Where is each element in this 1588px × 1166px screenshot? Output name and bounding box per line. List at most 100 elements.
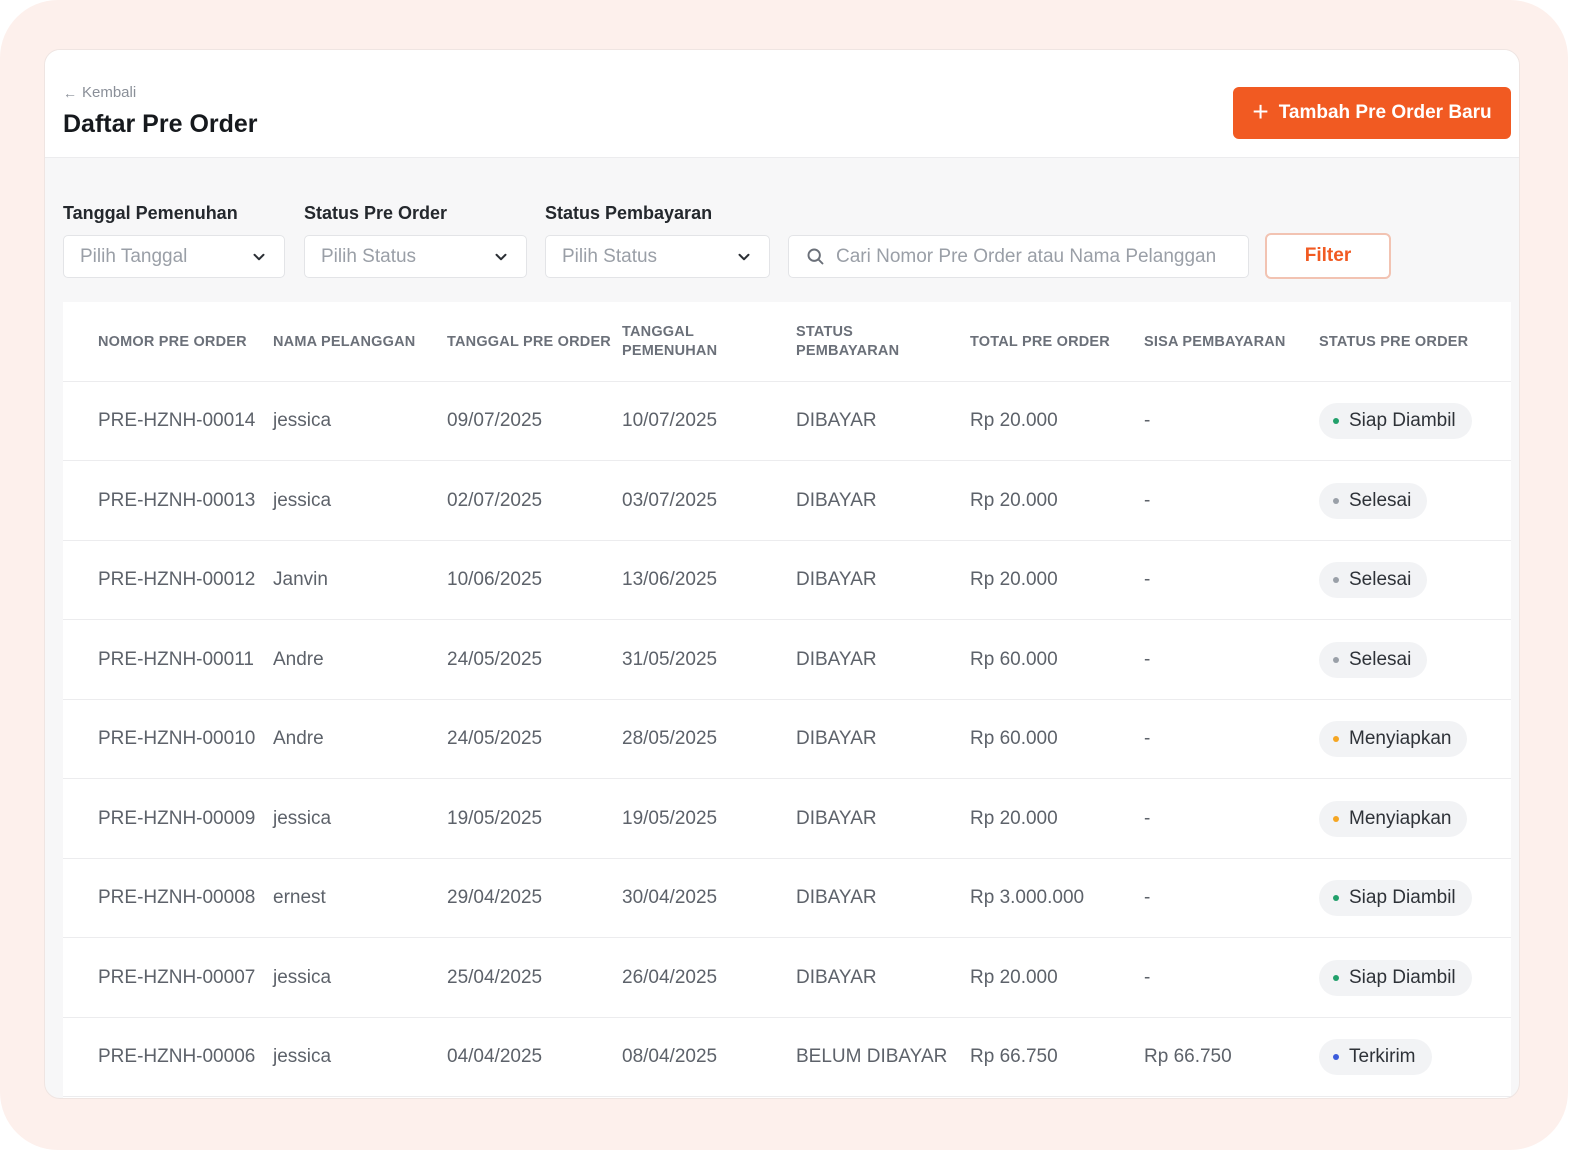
tanggal-pemenuhan-cell: 30/04/2025 <box>622 887 718 908</box>
status-dot-icon <box>1333 577 1339 583</box>
tanggal-pemenuhan-cell: 28/05/2025 <box>622 728 718 749</box>
status-badge: Selesai <box>1319 562 1428 598</box>
status-badge: Selesai <box>1319 482 1428 519</box>
total-pre-order-cell: Rp 20.000 <box>970 410 1058 431</box>
status-pembayaran-cell: DIBAYAR <box>796 489 877 511</box>
status-pre-order-cell: Selesai <box>1319 462 1428 540</box>
nama-pelanggan-cell: jessica <box>273 807 332 829</box>
total-pre-order-cell: Rp 20.000 <box>970 569 1058 590</box>
status-pre-order-cell: Selesai <box>1319 541 1428 619</box>
search-icon <box>807 248 824 265</box>
back-label: Kembali <box>82 84 137 101</box>
status-pre-order-cell: Terkirim <box>1319 1018 1432 1096</box>
nama-pelanggan-cell: jessica <box>273 966 332 988</box>
table-row[interactable]: PRE-HZNH-00006 jessica 04/04/2025 08/04/202… <box>63 1018 1511 1097</box>
nomor-pre-order-cell: PRE-HZNH-00008 <box>98 887 256 908</box>
status-pre-order-cell: Selesai <box>1319 621 1428 699</box>
nomor-pre-order-cell: PRE-HZNH-00006 <box>98 1046 256 1067</box>
total-pre-order-cell: Rp 20.000 <box>970 489 1058 511</box>
table-row[interactable]: PRE-HZNH-00013 jessica 02/07/2025 03/07/202… <box>63 462 1511 541</box>
table-row[interactable]: PRE-HZNH-00011 Andre 24/05/2025 31/05/2025 D… <box>63 621 1511 700</box>
status-badge-label: Terkirim <box>1349 1046 1416 1067</box>
filter-button[interactable]: Filter <box>1265 233 1391 279</box>
tanggal-pre-order-cell: 24/05/2025 <box>447 728 543 749</box>
tanggal-pemenuhan-cell: 08/04/2025 <box>622 1046 718 1067</box>
status-badge-label: Selesai <box>1349 648 1412 670</box>
table-row[interactable]: PRE-HZNH-00012 Janvin 10/06/2025 13/06/2025… <box>63 541 1511 620</box>
column-header-tanggal-pre-order: TANGGAL PRE ORDER <box>447 333 611 350</box>
sisa-pembayaran-cell: - <box>1144 410 1151 431</box>
nama-pelanggan-cell: ernest <box>273 887 326 908</box>
status-dot-icon <box>1333 418 1339 424</box>
tanggal-pemenuhan-cell: 13/06/2025 <box>622 569 718 590</box>
payment-status-select[interactable]: Pilih Status <box>545 235 770 278</box>
chevron-down-icon <box>738 253 750 260</box>
status-pembayaran-cell: DIBAYAR <box>796 728 877 749</box>
table-row[interactable]: PRE-HZNH-00008 ernest 29/04/2025 30/04/2025… <box>63 859 1511 938</box>
sisa-pembayaran-cell: - <box>1144 648 1151 670</box>
status-dot-icon <box>1333 497 1339 504</box>
tanggal-pre-order-cell: 25/04/2025 <box>447 966 543 988</box>
back-link[interactable]: ← Kembali <box>63 84 136 101</box>
status-pembayaran-cell: DIBAYAR <box>796 807 877 829</box>
table-header: NOMOR PRE ORDER NAMA PELANGGAN TANGGAL PRE… <box>63 302 1511 382</box>
status-badge: Menyiapkan <box>1319 800 1468 837</box>
column-header-nama-pelanggan: NAMA PELANGGAN <box>273 333 416 350</box>
status-dot-icon <box>1333 1054 1339 1060</box>
po-status-select-placeholder: Pilih Status <box>321 245 417 267</box>
total-pre-order-cell: Rp 60.000 <box>970 728 1058 749</box>
status-badge: Terkirim <box>1319 1039 1432 1075</box>
sisa-pembayaran-cell: - <box>1144 569 1151 590</box>
table-row[interactable]: PRE-HZNH-00010 Andre 24/05/2025 28/05/2025 D… <box>63 700 1511 779</box>
tanggal-pemenuhan-cell: 10/07/2025 <box>622 410 718 431</box>
column-header-status-pembayaran: STATUS PEMBAYARAN <box>796 324 900 359</box>
status-badge: Siap Diambil <box>1319 880 1472 916</box>
tanggal-pemenuhan-cell: 31/05/2025 <box>622 648 718 670</box>
column-header-status-pre-order: STATUS PRE ORDER <box>1319 333 1469 350</box>
status-badge-label: Siap Diambil <box>1349 410 1456 431</box>
sisa-pembayaran-cell: - <box>1144 728 1151 749</box>
tanggal-pre-order-cell: 02/07/2025 <box>447 489 543 511</box>
total-pre-order-cell: Rp 66.750 <box>970 1046 1058 1067</box>
date-filter-label: Tanggal Pemenuhan <box>63 203 238 223</box>
status-badge-label: Menyiapkan <box>1349 728 1452 749</box>
nomor-pre-order-cell: PRE-HZNH-00011 <box>98 648 254 670</box>
chevron-down-icon <box>495 253 507 260</box>
add-pre-order-button[interactable]: + Tambah Pre Order Baru <box>1233 87 1511 139</box>
tanggal-pre-order-cell: 10/06/2025 <box>447 569 543 590</box>
sisa-pembayaran-cell: - <box>1144 887 1151 908</box>
po-status-select[interactable]: Pilih Status <box>304 235 527 278</box>
plus-icon: + <box>1252 95 1269 127</box>
total-pre-order-cell: Rp 3.000.000 <box>970 887 1085 908</box>
search-input[interactable] <box>836 245 1232 268</box>
tanggal-pre-order-cell: 24/05/2025 <box>447 648 543 670</box>
search-box <box>788 235 1249 278</box>
status-pre-order-cell: Siap Diambil <box>1319 939 1472 1017</box>
status-badge-label: Siap Diambil <box>1349 887 1456 908</box>
tanggal-pre-order-cell: 04/04/2025 <box>447 1046 543 1067</box>
status-pembayaran-cell: DIBAYAR <box>796 648 877 670</box>
column-header-total-pre-order: TOTAL PRE ORDER <box>970 333 1110 350</box>
status-pre-order-cell: Siap Diambil <box>1319 382 1472 460</box>
tanggal-pre-order-cell: 09/07/2025 <box>447 410 543 431</box>
nama-pelanggan-cell: jessica <box>273 1046 332 1067</box>
nama-pelanggan-cell: Andre <box>273 648 324 670</box>
status-badge-label: Menyiapkan <box>1349 807 1452 829</box>
sisa-pembayaran-cell: - <box>1144 966 1151 988</box>
nomor-pre-order-cell: PRE-HZNH-00007 <box>98 966 256 988</box>
nomor-pre-order-cell: PRE-HZNH-00010 <box>98 728 256 749</box>
status-badge-label: Selesai <box>1349 569 1412 590</box>
arrow-left-icon: ← <box>63 84 77 101</box>
status-pembayaran-cell: DIBAYAR <box>796 966 877 988</box>
date-select[interactable]: Pilih Tanggal <box>63 235 285 278</box>
date-select-placeholder: Pilih Tanggal <box>80 245 188 267</box>
status-dot-icon <box>1333 736 1339 742</box>
status-dot-icon <box>1333 974 1339 981</box>
page-header: ← Kembali Daftar Pre Order + Tambah Pre … <box>45 50 1519 158</box>
status-pre-order-cell: Menyiapkan <box>1319 700 1468 778</box>
table-row[interactable]: PRE-HZNH-00014 jessica 09/07/2025 10/07/202… <box>63 382 1511 461</box>
table-row[interactable]: PRE-HZNH-00009 jessica 19/05/2025 19/05/202… <box>63 780 1511 859</box>
table-row[interactable]: PRE-HZNH-00007 jessica 25/04/2025 26/04/202… <box>63 939 1511 1018</box>
nama-pelanggan-cell: Janvin <box>273 569 328 590</box>
total-pre-order-cell: Rp 60.000 <box>970 648 1058 670</box>
